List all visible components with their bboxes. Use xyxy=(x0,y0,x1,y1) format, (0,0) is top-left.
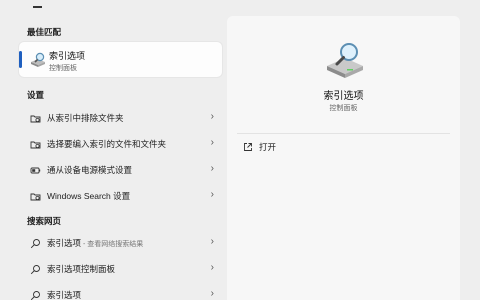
indexing-options-icon xyxy=(31,52,45,67)
detail-divider xyxy=(237,133,450,134)
chevron-right-icon: › xyxy=(210,111,214,122)
web-result-item[interactable]: 索引选项控制面板 › xyxy=(19,257,222,281)
web-result-label: 索引选项控制面板 xyxy=(47,264,116,274)
best-match-subtitle: 控制面板 xyxy=(49,65,77,72)
folder-index-icon xyxy=(30,141,41,149)
search-caret xyxy=(33,6,42,8)
chevron-right-icon: › xyxy=(210,262,214,273)
web-result-label: 索引选项 - 查看网络搜索结果 xyxy=(47,238,144,248)
best-match-title: 索引选项 xyxy=(49,51,86,61)
power-icon xyxy=(30,167,41,174)
folder-index-icon xyxy=(30,193,41,201)
open-button[interactable]: 打开 xyxy=(237,138,337,156)
selection-indicator xyxy=(19,51,22,68)
best-match-heading: 最佳匹配 xyxy=(27,27,62,37)
folder-index-icon xyxy=(30,115,41,123)
web-result-label: 索引选项 xyxy=(47,290,82,300)
setting-label: Windows Search 设置 xyxy=(47,191,131,201)
open-label: 打开 xyxy=(259,142,277,152)
best-match-item[interactable]: 索引选项 控制面板 xyxy=(19,42,222,77)
chevron-right-icon: › xyxy=(210,137,214,148)
web-result-item[interactable]: 索引选项 - 查看网络搜索结果 › xyxy=(19,231,222,255)
search-topbar xyxy=(0,0,480,14)
settings-heading: 设置 xyxy=(27,90,45,100)
open-external-icon xyxy=(244,143,252,151)
search-icon xyxy=(30,265,40,275)
chevron-right-icon: › xyxy=(210,189,214,200)
setting-item-exclude-folder[interactable]: 从索引中排除文件夹 › xyxy=(19,106,222,130)
web-search-heading: 搜索网页 xyxy=(27,216,62,226)
detail-subtitle: 控制面板 xyxy=(329,105,358,112)
setting-item-windows-search[interactable]: Windows Search 设置 › xyxy=(19,184,222,208)
chevron-right-icon: › xyxy=(210,236,214,247)
results-pane: 最佳匹配 索引选项 控制面板 设置 从索引中排除文件夹 › 选择要编入索引的文件… xyxy=(16,14,222,300)
indexing-options-icon xyxy=(327,43,363,78)
search-icon xyxy=(30,239,40,249)
setting-label: 选择要编入索引的文件和文件夹 xyxy=(47,139,167,149)
chevron-right-icon: › xyxy=(210,288,214,299)
web-result-item[interactable]: 索引选项 › xyxy=(19,283,222,300)
detail-title: 索引选项 xyxy=(323,91,364,102)
setting-label: 通从设备电源模式设置 xyxy=(47,165,133,175)
chevron-right-icon: › xyxy=(210,163,214,174)
setting-item-power-mode[interactable]: 通从设备电源模式设置 › xyxy=(19,158,222,182)
setting-label: 从索引中排除文件夹 xyxy=(47,113,124,123)
setting-item-choose-files[interactable]: 选择要编入索引的文件和文件夹 › xyxy=(19,132,222,156)
detail-pane: 索引选项 控制面板 打开 xyxy=(227,16,460,300)
search-icon xyxy=(30,291,40,300)
